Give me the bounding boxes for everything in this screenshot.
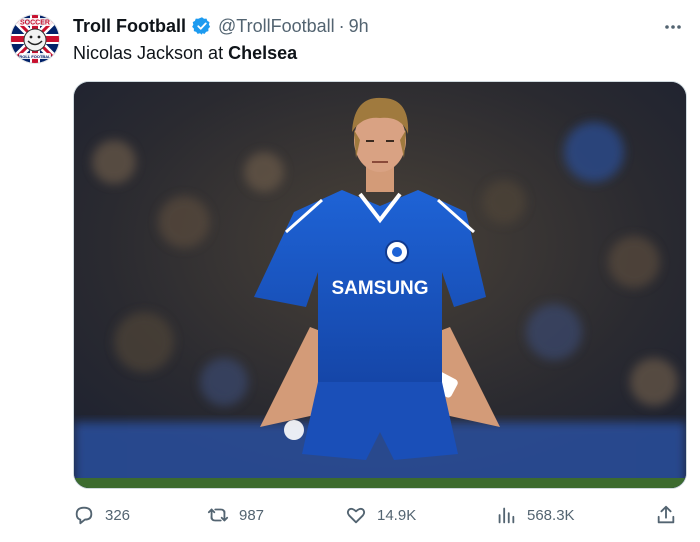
share-icon: [657, 505, 675, 524]
player-photo: SAMSUNG: [74, 82, 686, 488]
author-name[interactable]: Troll Football: [73, 15, 186, 37]
tweet-text: Nicolas Jackson at Chelsea: [73, 42, 297, 64]
more-icon[interactable]: [662, 16, 684, 38]
tweet-text-prefix: Nicolas Jackson at: [73, 43, 229, 63]
reply-button[interactable]: 326: [73, 500, 130, 530]
share-button[interactable]: [655, 500, 677, 530]
like-icon: [346, 507, 366, 524]
views-button[interactable]: 568.3K: [495, 500, 575, 530]
avatar-image: SOCCER TROLL FOOTBALL: [11, 15, 59, 63]
views-count: 568.3K: [527, 506, 575, 524]
tweet-header: Troll Football @TrollFootball · 9h: [73, 15, 369, 37]
verified-badge-icon: [192, 16, 212, 36]
kit-sponsor-text: SAMSUNG: [331, 278, 428, 299]
avatar[interactable]: SOCCER TROLL FOOTBALL: [10, 14, 60, 64]
reply-icon: [75, 506, 93, 525]
retweet-count: 987: [239, 506, 265, 524]
tweet-timestamp[interactable]: 9h: [349, 15, 369, 37]
tweet-media-photo[interactable]: SAMSUNG: [73, 81, 687, 489]
tweet-text-bold: Chelsea: [228, 43, 298, 63]
avatar-top-text: SOCCER: [20, 20, 50, 27]
like-button[interactable]: 14.9K: [345, 500, 416, 530]
views-icon: [498, 507, 515, 524]
like-count: 14.9K: [377, 506, 417, 524]
reply-count: 326: [105, 506, 131, 524]
retweet-button[interactable]: 987: [207, 500, 264, 530]
tweet: SOCCER TROLL FOOTBALL Troll Football @Tr…: [0, 0, 700, 542]
retweet-icon: [207, 508, 229, 522]
tweet-actions: 326 987 14.9K 568.3K: [73, 500, 685, 530]
avatar-bottom-text: TROLL FOOTBALL: [17, 54, 54, 59]
separator-dot: ·: [338, 16, 345, 36]
author-handle[interactable]: @TrollFootball: [218, 15, 335, 37]
